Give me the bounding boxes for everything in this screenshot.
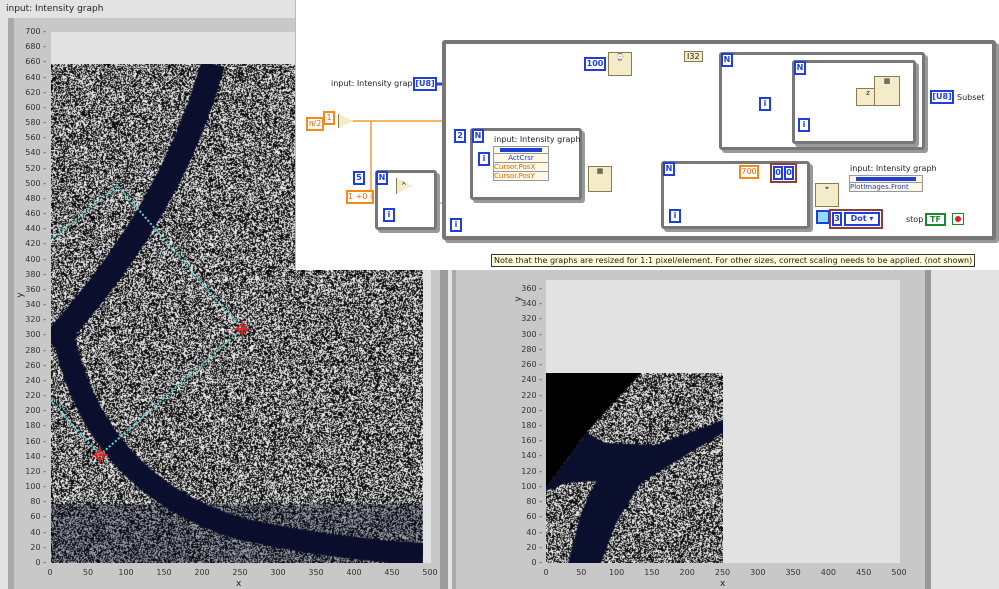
plot-property-label: input: Intensity graph (850, 164, 937, 173)
n-terminal: N (472, 129, 484, 143)
cluster-y[interactable]: 0 (784, 166, 794, 180)
subset-indicator[interactable]: [U8] (930, 90, 954, 104)
x-tick-label: 450 (849, 568, 879, 577)
property-node-label: input: Intensity graph (494, 135, 581, 144)
x-tick-label: 100 (602, 568, 632, 577)
cluster-x[interactable]: 0 (773, 166, 783, 180)
cluster-constant[interactable]: 0 0 (770, 163, 797, 183)
n2-constant[interactable]: 2 (454, 129, 466, 143)
y-tick-label: 260 - (516, 360, 542, 369)
y-tick-label: 320 - (516, 314, 542, 323)
subset-intensity-image[interactable] (546, 373, 723, 563)
block-diagram: input: Intensity graph [U8] π/2 1 100 ⌚ … (295, 0, 999, 270)
iteration-terminal: i (798, 118, 810, 132)
y-tick-label: 80 - (516, 497, 542, 506)
plot-property-node[interactable]: PlotImages.Front (849, 175, 923, 192)
x-tick-label: 350 (778, 568, 808, 577)
point-style-number: 3 (832, 212, 842, 226)
subset-label: Subset (957, 93, 984, 102)
n5-constant[interactable]: 5 (353, 171, 365, 185)
y-tick-label: 300 - (516, 330, 542, 339)
x-tick-label: 150 (637, 568, 667, 577)
x-tick-label: 250 (708, 568, 738, 577)
cursor-rectangle-edge (50, 400, 100, 455)
stop-terminal[interactable]: TF (925, 213, 946, 226)
y-tick-label: 0 - (516, 558, 542, 567)
wait-icon[interactable]: ⌚ (608, 52, 632, 76)
y-tick-label: 40 - (516, 528, 542, 537)
draw-points-node[interactable]: ⌖ (815, 183, 839, 207)
wait-ms-constant[interactable]: 100 (584, 57, 606, 71)
point-style-select[interactable]: Dot ▾ (844, 212, 880, 226)
index-array-node[interactable]: ▦ (874, 76, 900, 106)
prop-cursor-posx[interactable]: Cursor.PosX (494, 162, 548, 171)
n-terminal: N (794, 61, 806, 75)
iteration-terminal: i (669, 209, 681, 223)
y-tick-label: 180 - (516, 421, 542, 430)
note-comment: Note that the graphs are resized for 1:1… (491, 254, 975, 267)
right-x-axis-label: x (720, 579, 725, 589)
u8-terminal[interactable]: [U8] (413, 77, 437, 91)
y-tick-label: 20 - (516, 543, 542, 552)
n-terminal: N (721, 53, 733, 67)
x-tick-label: 300 (743, 568, 773, 577)
y-tick-label: 100 - (516, 482, 542, 491)
y-tick-label: 200 - (516, 406, 542, 415)
prop-actcrsr[interactable]: ActCrsr (494, 153, 548, 162)
iteration-terminal: i (759, 97, 771, 111)
x-tick-label: 200 (672, 568, 702, 577)
stop-label: stop (906, 215, 923, 224)
color-box-constant[interactable] (816, 210, 830, 224)
iteration-terminal: i (383, 208, 395, 222)
x-tick-label: 50 (566, 568, 596, 577)
complex-constant[interactable]: 1 +0 i (346, 190, 374, 204)
n-terminal: N (376, 171, 388, 185)
y-tick-label: 220 - (516, 391, 542, 400)
right-y-axis-label: y (514, 296, 524, 301)
cursor-2-icon[interactable] (92, 447, 108, 463)
input-graph-label: input: Intensity graph (331, 79, 418, 88)
y-tick-label: 140 - (516, 451, 542, 460)
y-tick-label: 60 - (516, 512, 542, 521)
y-tick-label: 240 - (516, 375, 542, 384)
n-terminal: N (663, 162, 675, 176)
one-constant[interactable]: 1 (323, 111, 335, 125)
y-tick-label: 280 - (516, 345, 542, 354)
x-tick-label: 500 (884, 568, 914, 577)
i32-constant[interactable]: I32 (684, 51, 703, 62)
prop-plotimages-front[interactable]: PlotImages.Front (850, 182, 922, 191)
point-style-ring[interactable]: 3 Dot ▾ (829, 209, 883, 229)
property-node[interactable]: ActCrsr Cursor.PosX Cursor.PosY (493, 146, 549, 181)
pi-over-2-constant[interactable]: π/2 (306, 117, 324, 131)
iteration-terminal: i (478, 152, 490, 166)
y-tick-label: 120 - (516, 467, 542, 476)
stop-condition-icon[interactable] (952, 213, 964, 225)
x-tick-label: 0 (531, 568, 561, 577)
700-constant[interactable]: 700 (739, 165, 759, 179)
y-tick-label: 360 - (516, 284, 542, 293)
cursor-rectangle (50, 186, 242, 455)
iteration-terminal-main: i (450, 218, 462, 232)
prop-cursor-posy[interactable]: Cursor.PosY (494, 171, 548, 180)
x-tick-label: 400 (813, 568, 843, 577)
y-tick-label: 160 - (516, 436, 542, 445)
build-array-node[interactable]: ▦ (588, 166, 612, 192)
